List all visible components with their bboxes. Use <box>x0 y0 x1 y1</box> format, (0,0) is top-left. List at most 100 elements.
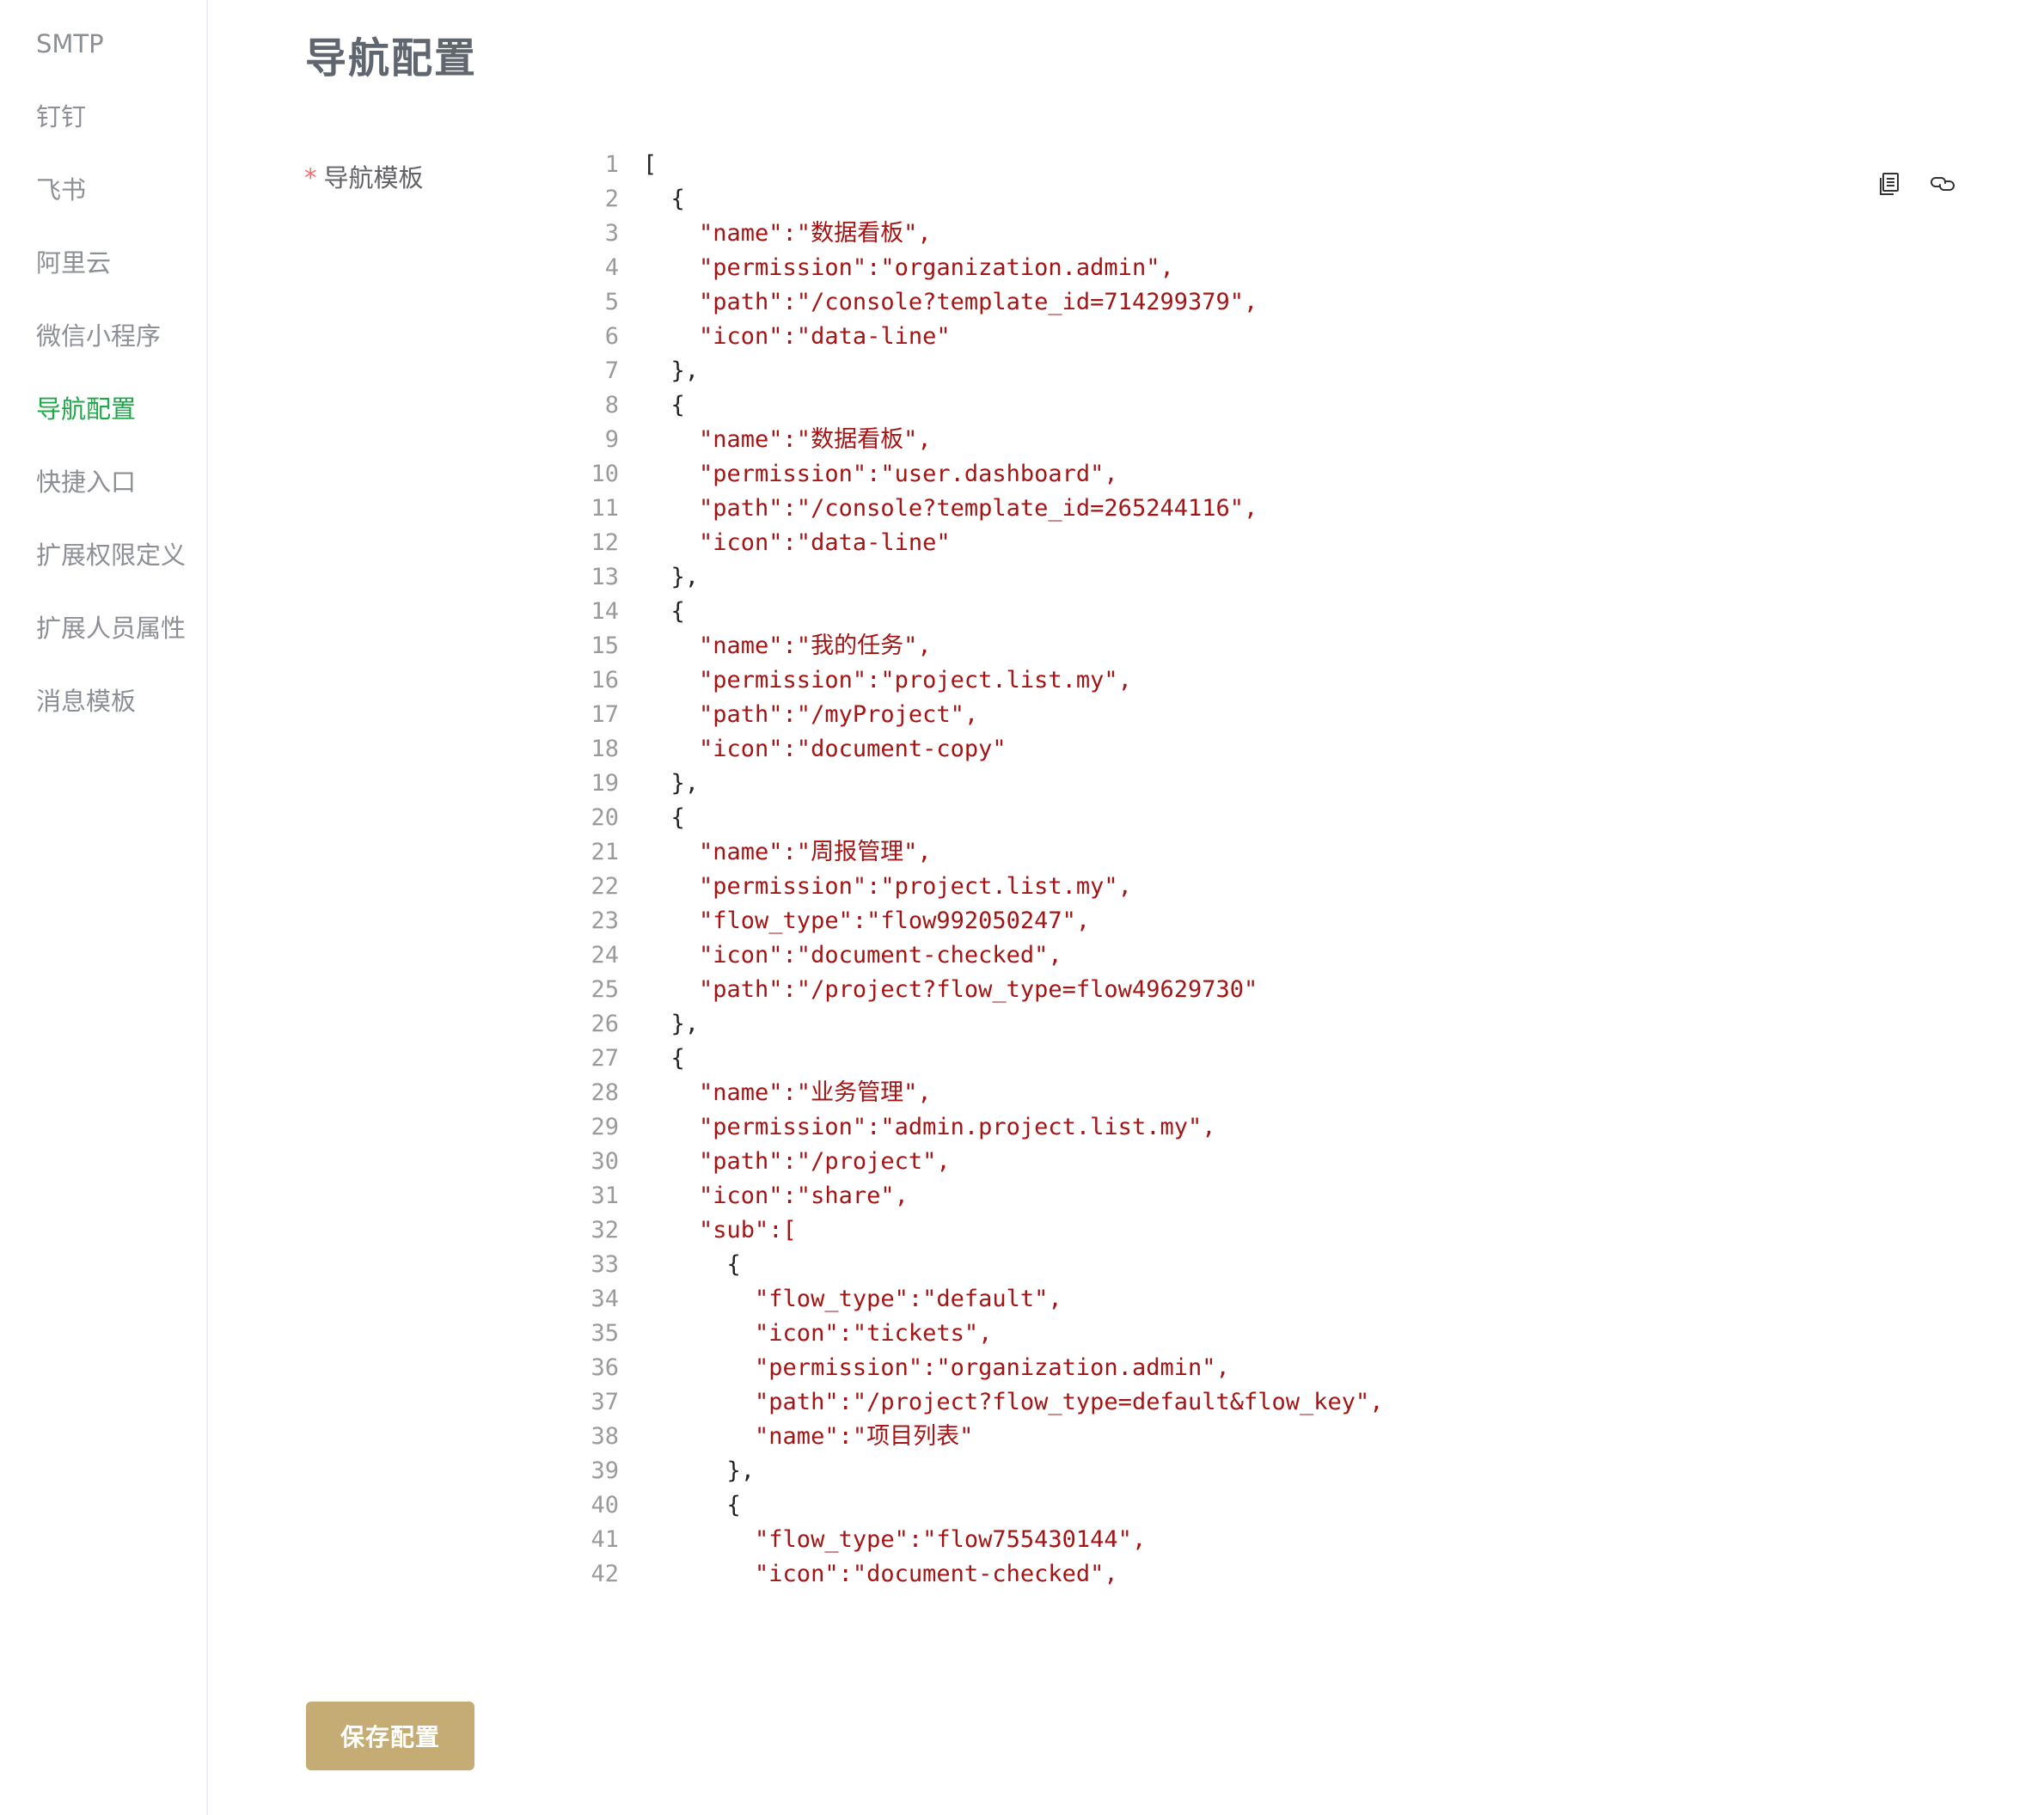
line-number: 10 <box>591 461 619 487</box>
line-number: 36 <box>591 1354 619 1381</box>
line-number: 32 <box>591 1217 619 1244</box>
code-line: 1[ <box>567 148 658 182</box>
sidebar-item-navigation-config[interactable]: 导航配置 <box>36 388 136 431</box>
code-line: 31 "icon":"share", <box>567 1179 908 1213</box>
line-number: 38 <box>591 1423 619 1450</box>
code-line: 3 "name":"数据看板", <box>567 217 932 251</box>
line-text: "flow_type":"default", <box>643 1286 1062 1312</box>
code-line: 41 "flow_type":"flow755430144", <box>567 1523 1146 1557</box>
line-number: 21 <box>591 839 619 865</box>
code-line: 16 "permission":"project.list.my", <box>567 663 1131 698</box>
code-line: 35 "icon":"tickets", <box>567 1317 992 1351</box>
line-number: 28 <box>591 1079 619 1106</box>
code-line: 42 "icon":"document-checked", <box>567 1557 1118 1592</box>
line-text: { <box>643 804 685 831</box>
code-line: 29 "permission":"admin.project.list.my", <box>567 1110 1215 1145</box>
line-text: { <box>643 1045 685 1072</box>
line-text: "icon":"document-checked", <box>643 942 1062 969</box>
line-text: "icon":"document-copy" <box>643 736 1007 762</box>
line-number: 4 <box>604 254 619 281</box>
line-text: "name":"数据看板", <box>643 426 932 453</box>
code-line: 28 "name":"业务管理", <box>567 1076 931 1110</box>
line-text: "name":"数据看板", <box>643 220 932 247</box>
line-number: 7 <box>604 358 619 384</box>
sidebar-item-extended-user-attributes[interactable]: 扩展人员属性 <box>36 607 186 650</box>
line-text: "path":"/project", <box>643 1148 951 1175</box>
code-line: 10 "permission":"user.dashboard", <box>567 457 1118 492</box>
sidebar-item-smtp[interactable]: SMTP <box>36 22 104 65</box>
line-number: 35 <box>591 1320 619 1347</box>
line-number: 23 <box>591 908 619 934</box>
line-text: }, <box>643 564 700 590</box>
settings-page: SMTP 钉钉 飞书 阿里云 微信小程序 导航配置 快捷入口 扩展权限定义 扩展… <box>0 0 2044 1815</box>
code-line: 34 "flow_type":"default", <box>567 1282 1062 1317</box>
code-line: 38 "name":"项目列表" <box>567 1420 973 1454</box>
sidebar-item-aliyun[interactable]: 阿里云 <box>36 241 111 284</box>
line-text: { <box>643 1492 741 1519</box>
code-line: 6 "icon":"data-line" <box>567 320 951 354</box>
page-title: 导航配置 <box>305 34 478 82</box>
line-text: "flow_type":"flow992050247", <box>643 908 1091 934</box>
code-line: 27 { <box>567 1042 685 1076</box>
line-text: "path":"/project?flow_type=default&flow_… <box>643 1389 1384 1415</box>
line-number: 30 <box>591 1148 619 1175</box>
sidebar-item-extended-permissions[interactable]: 扩展权限定义 <box>36 534 186 577</box>
code-line: 25 "path":"/project?flow_type=flow496297… <box>567 973 1258 1007</box>
line-number: 37 <box>591 1389 619 1415</box>
required-mark: * <box>304 163 317 192</box>
line-text: }, <box>643 1458 756 1484</box>
line-number: 5 <box>604 289 619 315</box>
code-line: 26 }, <box>567 1007 699 1042</box>
line-number: 20 <box>591 804 619 831</box>
code-line: 19 }, <box>567 767 699 801</box>
line-number: 31 <box>591 1182 619 1209</box>
code-line: 9 "name":"数据看板", <box>567 423 932 457</box>
code-line: 15 "name":"我的任务", <box>567 629 932 663</box>
line-number: 16 <box>591 667 619 694</box>
code-line: 23 "flow_type":"flow992050247", <box>567 904 1090 938</box>
line-number: 26 <box>591 1011 619 1037</box>
line-text: "icon":"data-line" <box>643 529 951 556</box>
line-number: 15 <box>591 632 619 659</box>
save-config-button[interactable]: 保存配置 <box>306 1702 474 1770</box>
line-number: 25 <box>591 976 619 1003</box>
line-number: 22 <box>591 873 619 900</box>
line-number: 11 <box>591 495 619 522</box>
line-text: }, <box>643 358 700 384</box>
code-line: 14 { <box>567 595 684 629</box>
line-text: "path":"/project?flow_type=flow49629730" <box>643 976 1258 1003</box>
line-number: 39 <box>591 1458 619 1484</box>
line-number: 1 <box>604 151 619 178</box>
sidebar-item-shortcuts[interactable]: 快捷入口 <box>36 461 136 504</box>
line-number: 17 <box>591 701 619 728</box>
code-line: 8 { <box>567 388 685 423</box>
line-text: "name":"我的任务", <box>643 632 932 659</box>
line-number: 2 <box>604 186 619 212</box>
line-text: "icon":"document-checked", <box>643 1561 1118 1587</box>
line-text: "path":"/myProject", <box>643 701 979 728</box>
code-line: 11 "path":"/console?template_id=26524411… <box>567 492 1258 526</box>
line-text: "icon":"tickets", <box>643 1320 993 1347</box>
sidebar: SMTP 钉钉 飞书 阿里云 微信小程序 导航配置 快捷入口 扩展权限定义 扩展… <box>0 0 208 1815</box>
line-number: 13 <box>591 564 619 590</box>
sidebar-item-dingtalk[interactable]: 钉钉 <box>36 95 86 138</box>
field-label-navigation-template: * 导航模板 <box>304 158 424 194</box>
line-number: 9 <box>604 426 619 453</box>
json-code-editor[interactable]: 1[ 2 {3 "name":"数据看板", 4 "permission":"org… <box>567 148 1960 1609</box>
line-text: { <box>643 392 685 419</box>
line-text: "path":"/console?template_id=265244116", <box>643 495 1258 522</box>
line-number: 33 <box>591 1251 619 1278</box>
line-text: "name":"周报管理", <box>643 839 932 865</box>
code-line: 24 "icon":"document-checked", <box>567 938 1062 973</box>
sidebar-item-message-templates[interactable]: 消息模板 <box>36 680 136 723</box>
code-line: 37 "path":"/project?flow_type=default&fl… <box>567 1385 1384 1420</box>
line-number: 40 <box>591 1492 619 1519</box>
sidebar-item-feishu[interactable]: 飞书 <box>36 168 86 211</box>
code-line: 12 "icon":"data-line" <box>567 526 951 560</box>
line-text: "permission":"organization.admin", <box>643 254 1174 281</box>
line-text: "permission":"user.dashboard", <box>643 461 1118 487</box>
code-line: 17 "path":"/myProject", <box>567 698 978 732</box>
sidebar-item-wechat-miniprogram[interactable]: 微信小程序 <box>36 315 161 358</box>
line-text: { <box>643 1251 741 1278</box>
line-text: "permission":"project.list.my", <box>643 873 1132 900</box>
